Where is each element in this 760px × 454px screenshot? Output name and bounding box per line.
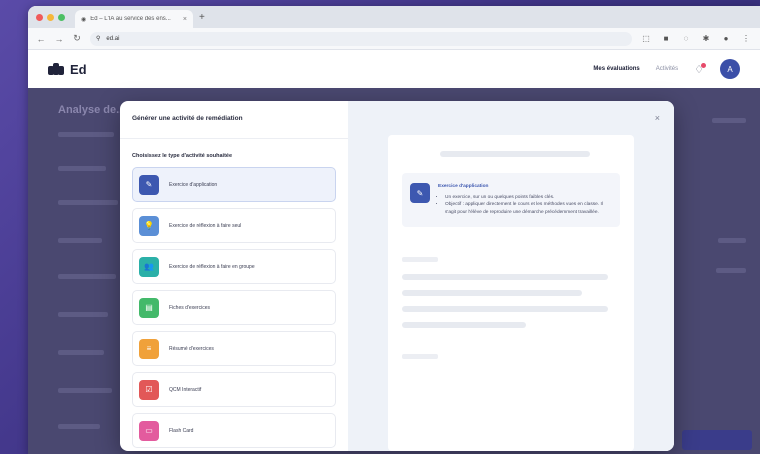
activity-type-label: Fiches d'exercices	[169, 304, 210, 311]
skeleton-label	[402, 256, 438, 262]
background-text-line	[58, 238, 102, 243]
background-text-line	[58, 388, 112, 393]
notification-badge	[701, 62, 706, 68]
activity-type-option[interactable]: 👥 Exercice de réflexion à faire en groupe	[132, 249, 336, 284]
profile-icon[interactable]: ●	[720, 34, 732, 43]
background-text-line	[718, 238, 746, 243]
lightbulb-icon: 💡	[139, 215, 159, 236]
background-text-line	[58, 424, 100, 429]
preview-bullet: Objectif : appliquer directement le cour…	[445, 201, 612, 216]
modal-left-panel: Générer une activité de remédiation Choi…	[120, 101, 348, 451]
site-info-icon[interactable]: ⚲	[96, 35, 100, 42]
activity-type-option[interactable]: 💡 Exercice de réflexion à faire seul	[132, 208, 336, 243]
quiz-icon: ☑	[139, 379, 159, 400]
shield-icon[interactable]: ◌	[680, 34, 692, 43]
back-button[interactable]: ←	[36, 34, 46, 44]
summary-icon: ≡	[139, 338, 159, 359]
divider	[120, 138, 348, 139]
maximize-window-button[interactable]	[58, 13, 65, 21]
address-bar[interactable]: ⚲ ed.ai	[90, 31, 632, 46]
skeleton-line	[402, 305, 608, 312]
activity-type-label: Flash Card	[169, 427, 194, 434]
browser-toolbar: ← → ↻ ⚲ ed.ai ⬚ ■ ◌ ✱ ● ⋮	[28, 28, 760, 50]
background-text-line	[58, 274, 116, 279]
activity-type-label: Exercice de réflexion à faire seul	[169, 222, 242, 229]
logo-icon	[48, 63, 64, 75]
activity-type-label: QCM Interactif	[169, 386, 202, 393]
tab-favicon-icon: ◉	[81, 16, 87, 23]
background-text-line	[58, 132, 114, 137]
reload-button[interactable]: ↻	[72, 33, 82, 44]
extension-icon[interactable]: ⬚	[640, 34, 652, 43]
activity-type-option[interactable]: ✎ Exercice d'application	[132, 167, 336, 202]
activity-type-option[interactable]: ☑ QCM Interactif	[132, 372, 336, 407]
tab-title: Ed – L'IA au service des ens...	[90, 16, 171, 22]
minimize-window-button[interactable]	[47, 13, 54, 21]
nav-activities[interactable]: Activités	[656, 66, 678, 72]
app-logo[interactable]: Ed	[48, 62, 87, 77]
nav-my-evaluations[interactable]: Mes évaluations	[593, 66, 639, 72]
browser-tab[interactable]: ◉ Ed – L'IA au service des ens... ×	[75, 10, 193, 28]
background-page-title: Analyse de...	[58, 104, 126, 116]
skeleton-line	[402, 289, 582, 296]
logo-text: Ed	[70, 61, 87, 77]
group-icon: 👥	[139, 256, 159, 277]
preview-bullet: Un exercice, sur un ou quelques points f…	[445, 194, 612, 202]
background-action-button	[682, 430, 752, 450]
activity-type-list: ✎ Exercice d'application 💡 Exercice de réfl…	[132, 167, 336, 448]
browser-tabbar: ◉ Ed – L'IA au service des ens... × +	[28, 6, 760, 28]
close-window-button[interactable]	[36, 13, 43, 21]
background-text-line	[58, 350, 104, 355]
app-header: Ed Mes évaluations Activités ♢ A	[28, 50, 760, 88]
url-text: ed.ai	[106, 35, 120, 42]
menu-icon[interactable]: ⋮	[740, 34, 752, 43]
browser-window: ◉ Ed – L'IA au service des ens... × + ← …	[28, 6, 760, 454]
new-tab-button[interactable]: +	[199, 12, 205, 23]
preview-card: ✎ Exercice d'application Un exercice, su…	[388, 135, 634, 451]
document-icon: ▤	[139, 297, 159, 318]
preview-bullets: Un exercice, sur un ou quelques points f…	[438, 194, 612, 217]
background-text-line	[712, 118, 746, 123]
close-modal-button[interactable]: ×	[655, 113, 660, 123]
preview-title: Exercice d'application	[438, 184, 489, 189]
card-icon: ▭	[139, 420, 159, 441]
activity-type-option[interactable]: ▤ Fiches d'exercices	[132, 290, 336, 325]
notifications-bell-icon[interactable]: ♢	[694, 62, 706, 76]
forward-button[interactable]: →	[54, 34, 64, 44]
activity-type-option[interactable]: ≡ Résumé d'exercices	[132, 331, 336, 366]
pencil-icon: ✎	[410, 183, 430, 203]
activity-type-option[interactable]: ▭ Flash Card	[132, 413, 336, 448]
background-text-line	[58, 200, 118, 205]
modal-preview-panel: × ✎ Exercice d'application Un exercice, …	[348, 101, 674, 451]
background-text-line	[58, 166, 106, 171]
skeleton-line	[402, 273, 608, 280]
activity-type-label: Choisissez le type d'activité souhaitée	[132, 153, 233, 159]
activity-type-label: Exercice de réflexion à faire en groupe	[169, 263, 255, 270]
skeleton-label	[402, 353, 438, 359]
extension-icon[interactable]: ■	[660, 34, 672, 43]
preview-info-box: ✎ Exercice d'application Un exercice, su…	[402, 173, 620, 227]
user-avatar[interactable]: A	[720, 59, 740, 79]
skeleton-line	[402, 321, 526, 328]
modal-title: Générer une activité de remédiation	[132, 115, 243, 122]
background-text-line	[58, 312, 108, 317]
puzzle-icon[interactable]: ✱	[700, 34, 712, 43]
window-controls	[36, 13, 65, 21]
remediation-modal: Générer une activité de remédiation Choi…	[120, 101, 674, 451]
activity-type-label: Résumé d'exercices	[169, 345, 214, 352]
pencil-icon: ✎	[139, 174, 159, 195]
tab-close-icon[interactable]: ×	[183, 16, 187, 23]
skeleton-line	[440, 151, 590, 157]
background-text-line	[716, 268, 746, 273]
activity-type-label: Exercice d'application	[169, 181, 218, 188]
